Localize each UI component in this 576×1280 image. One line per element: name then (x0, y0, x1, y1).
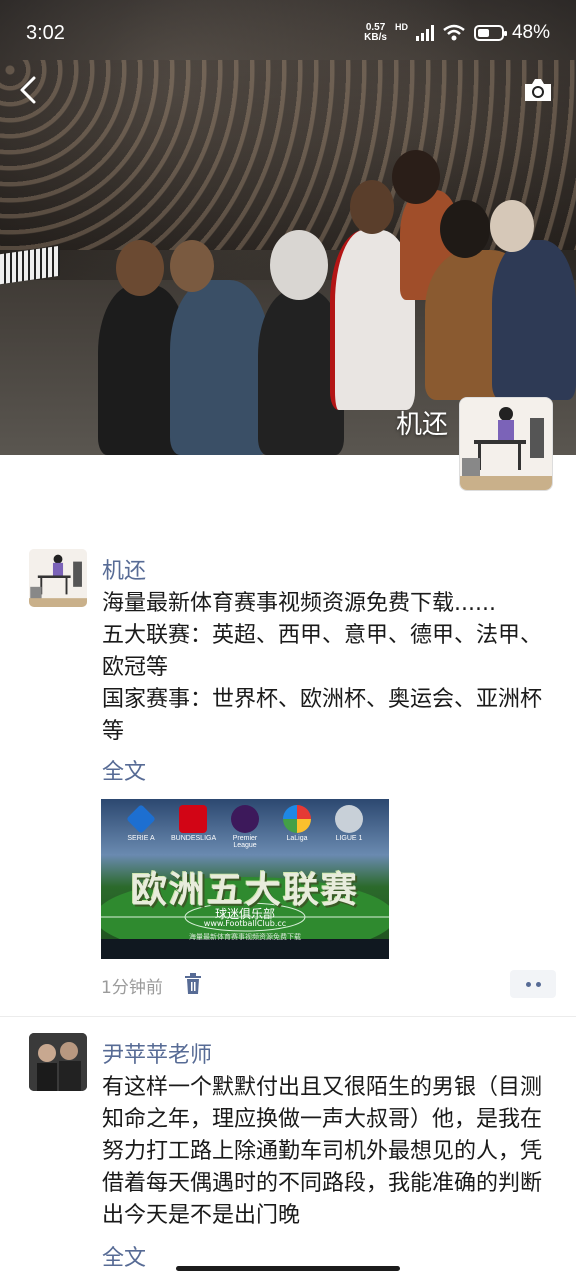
logo-label: SERIE A (127, 835, 155, 842)
profile-name: 机还 (395, 410, 448, 440)
performer-head (350, 180, 394, 234)
performer-head (170, 240, 214, 292)
avatar-photo (29, 1033, 87, 1091)
performer (170, 280, 270, 455)
post-divider (0, 1016, 576, 1017)
performer-head (490, 200, 534, 252)
post-time: 1分钟前 (101, 978, 163, 998)
avatar-illustration (29, 549, 87, 607)
full-text-link[interactable]: 全文 (102, 1240, 146, 1272)
premier-league-logo: Premier League (223, 805, 267, 851)
avatar-illustration (460, 398, 552, 490)
network-speed: 0.57 KB/s (364, 23, 387, 43)
battery-fill (477, 29, 489, 37)
post-line: 国家赛事：世界杯、欧洲杯、奥运会、亚洲杯等 (102, 687, 543, 744)
post-text: 有这样一个默默付出且又很陌生的男银（目测知命之年，理应换做一声大叔哥）他，是我在… (102, 1075, 543, 1228)
profile-avatar[interactable] (459, 397, 553, 491)
logo-label: LIGUE 1 (335, 835, 363, 842)
status-icons: 0.57 KB/s HD 48% (364, 22, 550, 44)
signal-icon (415, 25, 434, 41)
logo-label: BUNDESLIGA (171, 835, 217, 842)
camera-icon (525, 79, 551, 101)
hd-label: HD (394, 22, 408, 32)
camera-button[interactable] (522, 76, 554, 104)
serie-a-logo: SERIE A (119, 804, 163, 851)
league-logos: SERIE A BUNDESLIGA Premier League LaLiga… (119, 804, 371, 851)
performer-head (440, 200, 490, 258)
post-content: 有这样一个默默付出且又很陌生的男银（目测知命之年，理应换做一声大叔哥）他，是我在… (102, 1072, 552, 1232)
more-dots-icon (535, 981, 541, 987)
trash-icon (185, 973, 201, 994)
home-indicator[interactable] (176, 1266, 400, 1271)
post-image[interactable]: SERIE A BUNDESLIGA Premier League LaLiga… (101, 799, 389, 959)
cover-photo[interactable]: 3:02 0.57 KB/s HD 48% 机还 (0, 0, 576, 455)
post-line: 海量最新体育赛事视频资源免费下载...... (102, 591, 496, 616)
delete-button[interactable] (183, 973, 203, 995)
banner-subtitle: 海量最新体育赛事视频资源免费下载 (189, 933, 301, 941)
post-author[interactable]: 机还 (102, 553, 146, 585)
performer-head (116, 240, 164, 296)
post-avatar[interactable] (29, 549, 87, 607)
stage-keyboard (0, 245, 60, 285)
chevron-left-icon (20, 76, 36, 104)
performer (492, 240, 576, 400)
battery-percent: 48% (511, 22, 550, 43)
more-dots-icon (525, 981, 531, 987)
status-bar: 3:02 0.57 KB/s HD 48% (0, 0, 576, 66)
banner-url: www.FootballClub.cc (203, 919, 287, 928)
bundesliga-logo: BUNDESLIGA (171, 805, 217, 851)
laliga-logo: LaLiga (275, 805, 319, 851)
wifi-icon (443, 24, 465, 41)
performer-head (392, 150, 440, 204)
post-avatar[interactable] (29, 1033, 87, 1091)
more-button[interactable] (510, 970, 556, 998)
status-time: 3:02 (26, 22, 65, 44)
performer-head (270, 230, 328, 300)
post-line: 五大联赛：英超、西甲、意甲、德甲、法甲、欧冠等 (102, 623, 543, 680)
battery-icon (473, 25, 507, 41)
ligue-1-logo: LIGUE 1 (327, 805, 371, 851)
post-author[interactable]: 尹苹苹老师 (102, 1037, 212, 1069)
post-content: 海量最新体育赛事视频资源免费下载...... 五大联赛：英超、西甲、意甲、德甲、… (102, 588, 552, 748)
back-button[interactable] (14, 72, 46, 108)
logo-label: Premier League (232, 835, 258, 849)
network-speed-unit: KB/s (364, 32, 387, 43)
full-text-link[interactable]: 全文 (102, 754, 146, 786)
logo-label: LaLiga (286, 835, 308, 842)
